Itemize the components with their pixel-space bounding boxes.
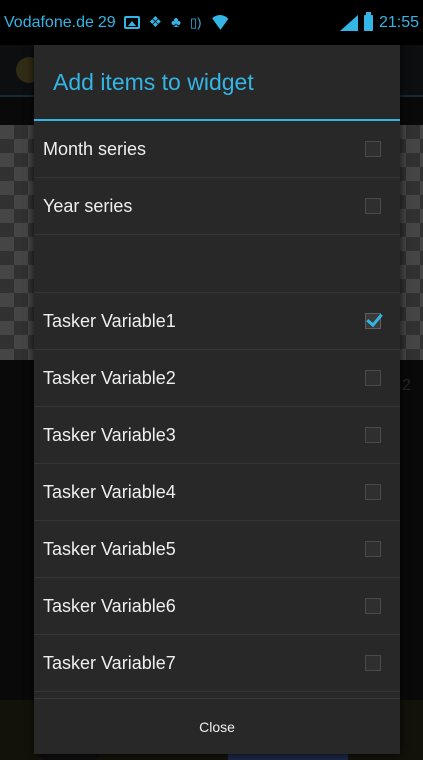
list-item-tasker-variable2[interactable]: Tasker Variable2 xyxy=(34,350,400,407)
checkbox[interactable] xyxy=(365,198,381,214)
close-button[interactable]: Close xyxy=(34,698,400,754)
checkbox[interactable] xyxy=(365,141,381,157)
nfc-icon: ▯) xyxy=(189,15,202,30)
list-item-label: Year series xyxy=(43,195,133,216)
checkbox[interactable] xyxy=(365,655,381,671)
item-list: Month series Year series Tasker Variable… xyxy=(34,121,400,692)
signal-icon xyxy=(339,14,358,31)
wifi-icon xyxy=(210,15,230,31)
checkbox[interactable] xyxy=(365,598,381,614)
list-item-tasker-variable7[interactable]: Tasker Variable7 xyxy=(34,635,400,692)
list-item-label: Tasker Variable6 xyxy=(43,595,176,616)
list-item-tasker-variable4[interactable]: Tasker Variable4 xyxy=(34,464,400,521)
carrier-name: Vodafone.de xyxy=(4,13,94,31)
status-bar: Vodafone.de 29 ❖ ♣ ▯) 21:55 xyxy=(0,0,423,45)
checkbox[interactable] xyxy=(365,541,381,557)
list-item-label: Tasker Variable1 xyxy=(43,310,176,331)
dialog-title: Add items to widget xyxy=(34,45,400,121)
tasker-icon: ♣ xyxy=(171,14,181,31)
list-item-label: Tasker Variable2 xyxy=(43,367,176,388)
list-item-year-series[interactable]: Year series xyxy=(34,178,400,235)
checkbox[interactable] xyxy=(365,484,381,500)
list-item-label: Month series xyxy=(43,138,147,159)
list-item-label: Tasker Variable5 xyxy=(43,538,176,559)
list-item-tasker-variable5[interactable]: Tasker Variable5 xyxy=(34,521,400,578)
notification-count: 29 xyxy=(97,13,116,31)
list-item-tasker-variable6[interactable]: Tasker Variable6 xyxy=(34,578,400,635)
list-item-tasker-variable1[interactable]: Tasker Variable1 xyxy=(34,293,400,350)
battery-icon xyxy=(363,11,373,31)
checkbox[interactable] xyxy=(365,370,381,386)
clock: 21:55 xyxy=(378,13,419,31)
list-item-label: Tasker Variable3 xyxy=(43,424,176,445)
dropbox-icon: ❖ xyxy=(148,14,163,31)
checkbox-checked[interactable] xyxy=(365,313,381,329)
list-item-empty[interactable] xyxy=(34,235,400,293)
add-items-dialog: Add items to widget Month series Year se… xyxy=(34,45,400,754)
list-item-label: Tasker Variable4 xyxy=(43,481,176,502)
list-item-tasker-variable3[interactable]: Tasker Variable3 xyxy=(34,407,400,464)
list-item-month-series[interactable]: Month series xyxy=(34,121,400,178)
image-icon xyxy=(123,16,140,29)
checkbox[interactable] xyxy=(365,427,381,443)
list-item-label: Tasker Variable7 xyxy=(43,652,176,673)
